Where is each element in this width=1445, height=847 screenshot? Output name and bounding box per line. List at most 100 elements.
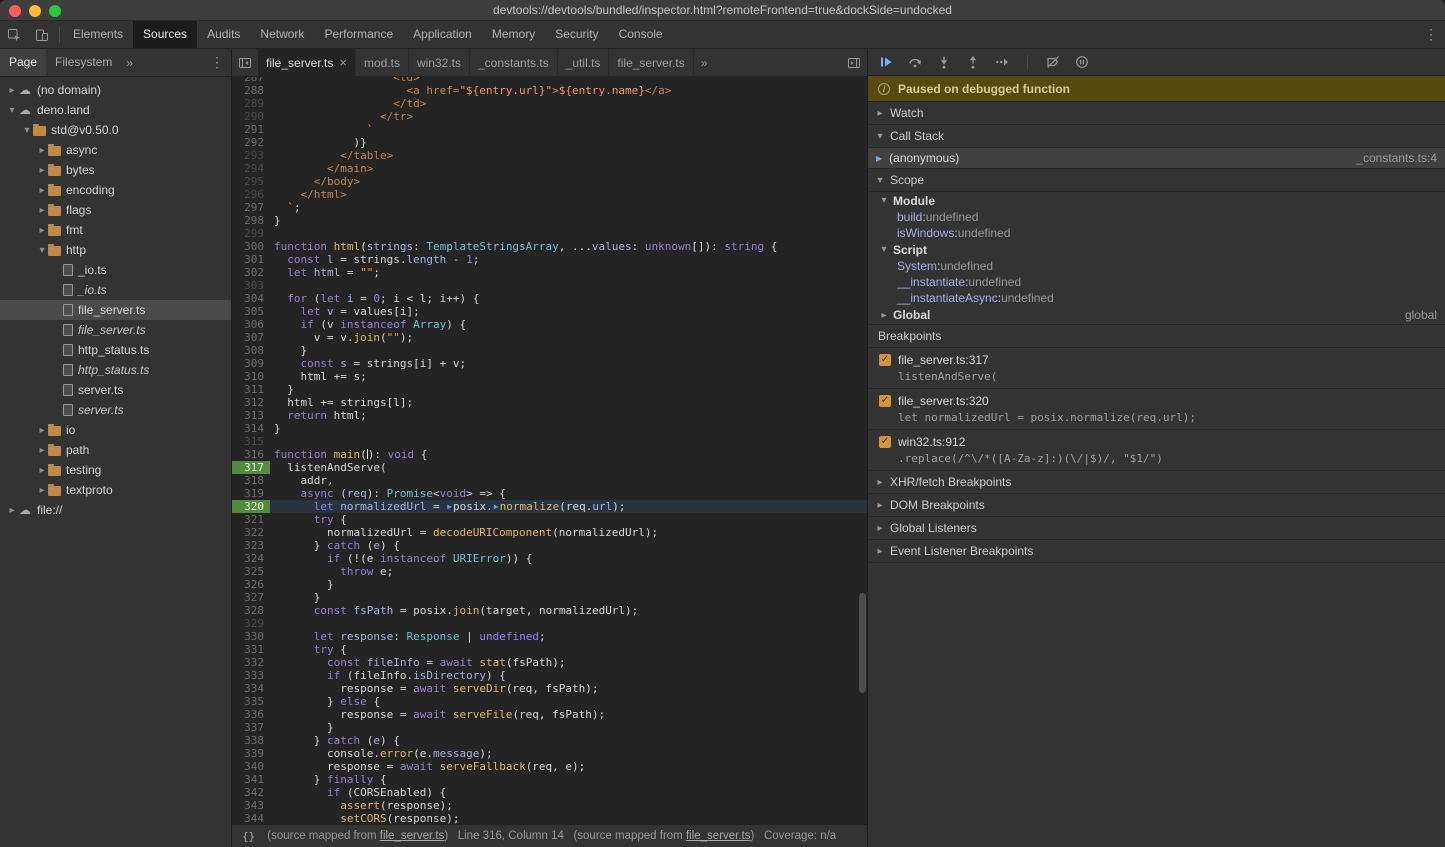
editor-tab-util-ts[interactable]: _util.ts bbox=[558, 49, 610, 76]
close-tab-icon[interactable]: × bbox=[339, 56, 347, 69]
line-number[interactable]: 342 bbox=[232, 786, 270, 799]
expand-arrow-icon[interactable]: ▸ bbox=[36, 165, 48, 176]
line-number[interactable]: 293 bbox=[232, 149, 270, 162]
line-number[interactable]: 334 bbox=[232, 682, 270, 695]
status-file-link[interactable]: file_server.ts bbox=[380, 830, 445, 842]
breakpoint-entry[interactable]: ✓file_server.ts:320let normalizedUrl = p… bbox=[868, 389, 1445, 430]
tab-application[interactable]: Application bbox=[403, 21, 482, 48]
line-number[interactable]: 317 bbox=[232, 461, 270, 474]
editor-more-tabs-icon[interactable]: » bbox=[694, 56, 715, 70]
status-file-link[interactable]: file_server.ts bbox=[686, 830, 751, 842]
line-number[interactable]: 297 bbox=[232, 201, 270, 214]
expand-arrow-icon[interactable]: ▸ bbox=[36, 485, 48, 496]
tree-item-no-domain[interactable]: ▸☁(no domain) bbox=[0, 80, 231, 100]
expand-arrow-icon[interactable]: ▸ bbox=[36, 185, 48, 196]
breakpoint-entry[interactable]: ✓file_server.ts:317listenAndServe( bbox=[868, 348, 1445, 389]
navigator-menu-icon[interactable]: ⋮ bbox=[203, 49, 231, 76]
scope-group-script[interactable]: ▾Script bbox=[868, 241, 1445, 258]
tree-item-encoding[interactable]: ▸encoding bbox=[0, 180, 231, 200]
tree-item-server-ts[interactable]: server.ts bbox=[0, 400, 231, 420]
line-number[interactable]: 300 bbox=[232, 240, 270, 253]
line-number[interactable]: 319 bbox=[232, 487, 270, 500]
expand-arrow-icon[interactable]: ▸ bbox=[6, 85, 18, 96]
tab-sources[interactable]: Sources bbox=[133, 21, 197, 48]
editor-tab-win32-ts[interactable]: win32.ts bbox=[409, 49, 470, 76]
line-number[interactable]: 291 bbox=[232, 123, 270, 136]
line-number[interactable]: 306 bbox=[232, 318, 270, 331]
line-number[interactable]: 325 bbox=[232, 565, 270, 578]
navigator-tab-page[interactable]: Page bbox=[0, 49, 46, 76]
line-number[interactable]: 321 bbox=[232, 513, 270, 526]
line-number[interactable]: 328 bbox=[232, 604, 270, 617]
line-number[interactable]: 331 bbox=[232, 643, 270, 656]
scope-variable[interactable]: __instantiateAsync: undefined bbox=[868, 290, 1445, 306]
tab-network[interactable]: Network bbox=[250, 21, 314, 48]
tab-memory[interactable]: Memory bbox=[482, 21, 545, 48]
section-breakpoints[interactable]: Breakpoints bbox=[868, 325, 1445, 348]
hide-navigator-icon[interactable] bbox=[232, 49, 258, 76]
collapse-arrow-icon[interactable]: ▾ bbox=[21, 125, 33, 136]
section-call-stack[interactable]: ▾Call Stack bbox=[868, 125, 1445, 148]
line-number[interactable]: 288 bbox=[232, 84, 270, 97]
breakpoint-checkbox[interactable]: ✓ bbox=[879, 354, 891, 366]
line-number[interactable]: 314 bbox=[232, 422, 270, 435]
line-number[interactable]: 332 bbox=[232, 656, 270, 669]
line-number[interactable]: 312 bbox=[232, 396, 270, 409]
collapse-arrow-icon[interactable]: ▾ bbox=[878, 195, 890, 206]
editor-tab-constants-ts[interactable]: _constants.ts bbox=[470, 49, 558, 76]
resume-script-icon[interactable] bbox=[878, 54, 894, 70]
line-number[interactable]: 295 bbox=[232, 175, 270, 188]
line-number[interactable]: 322 bbox=[232, 526, 270, 539]
line-number[interactable]: 327 bbox=[232, 591, 270, 604]
tree-item-flags[interactable]: ▸flags bbox=[0, 200, 231, 220]
editor-scrollbar-thumb[interactable] bbox=[859, 593, 866, 693]
collapse-arrow-icon[interactable]: ▾ bbox=[6, 105, 18, 116]
line-number[interactable]: 301 bbox=[232, 253, 270, 266]
line-number[interactable]: 316 bbox=[232, 448, 270, 461]
line-number[interactable]: 294 bbox=[232, 162, 270, 175]
collapse-arrow-icon[interactable]: ▾ bbox=[36, 245, 48, 256]
pretty-print-icon[interactable]: {} bbox=[242, 830, 255, 843]
tree-item-server-ts[interactable]: server.ts bbox=[0, 380, 231, 400]
tree-item-deno-land[interactable]: ▾☁deno.land bbox=[0, 100, 231, 120]
zoom-window-button[interactable] bbox=[49, 5, 61, 17]
tree-item-file-server-ts[interactable]: file_server.ts bbox=[0, 300, 231, 320]
devtools-menu-icon[interactable]: ⋮ bbox=[1417, 21, 1445, 48]
line-number[interactable]: 299 bbox=[232, 227, 270, 240]
line-number[interactable]: 337 bbox=[232, 721, 270, 734]
tree-item-bytes[interactable]: ▸bytes bbox=[0, 160, 231, 180]
scope-variable[interactable]: isWindows: undefined bbox=[868, 225, 1445, 241]
step-out-icon[interactable] bbox=[965, 54, 981, 70]
line-number[interactable]: 339 bbox=[232, 747, 270, 760]
line-number[interactable]: 343 bbox=[232, 799, 270, 812]
section-event-listener-breakpoints[interactable]: ▸Event Listener Breakpoints bbox=[868, 540, 1445, 563]
line-number[interactable]: 309 bbox=[232, 357, 270, 370]
tab-console[interactable]: Console bbox=[609, 21, 673, 48]
close-window-button[interactable] bbox=[9, 5, 21, 17]
expand-arrow-icon[interactable]: ▸ bbox=[878, 310, 890, 321]
expand-arrow-icon[interactable]: ▸ bbox=[36, 425, 48, 436]
line-number[interactable]: 305 bbox=[232, 305, 270, 318]
step-over-icon[interactable] bbox=[907, 54, 923, 70]
section-global-listeners[interactable]: ▸Global Listeners bbox=[868, 517, 1445, 540]
line-number[interactable]: 315 bbox=[232, 435, 270, 448]
line-number[interactable]: 296 bbox=[232, 188, 270, 201]
expand-arrow-icon[interactable]: ▸ bbox=[36, 145, 48, 156]
device-toolbar-icon[interactable] bbox=[28, 21, 56, 48]
scope-variable[interactable]: build: undefined bbox=[868, 209, 1445, 225]
line-number[interactable]: 302 bbox=[232, 266, 270, 279]
expand-arrow-icon[interactable]: ▸ bbox=[36, 225, 48, 236]
scope-variable[interactable]: __instantiate: undefined bbox=[868, 274, 1445, 290]
tree-item-file[interactable]: ▸☁file:// bbox=[0, 500, 231, 520]
continue-to-here-icon[interactable]: ▶ bbox=[493, 502, 500, 511]
line-number[interactable]: 324 bbox=[232, 552, 270, 565]
section-dom-breakpoints[interactable]: ▸DOM Breakpoints bbox=[868, 494, 1445, 517]
editor-tab-file-server-ts[interactable]: file_server.ts× bbox=[258, 49, 356, 76]
tree-item-io-ts[interactable]: _io.ts bbox=[0, 280, 231, 300]
line-number[interactable]: 333 bbox=[232, 669, 270, 682]
scope-group-global[interactable]: ▸Globalglobal bbox=[868, 306, 1445, 325]
tree-item-http-status-ts[interactable]: http_status.ts bbox=[0, 360, 231, 380]
editor-tab-mod-ts[interactable]: mod.ts bbox=[356, 49, 409, 76]
line-number[interactable]: 338 bbox=[232, 734, 270, 747]
line-number[interactable]: 329 bbox=[232, 617, 270, 630]
